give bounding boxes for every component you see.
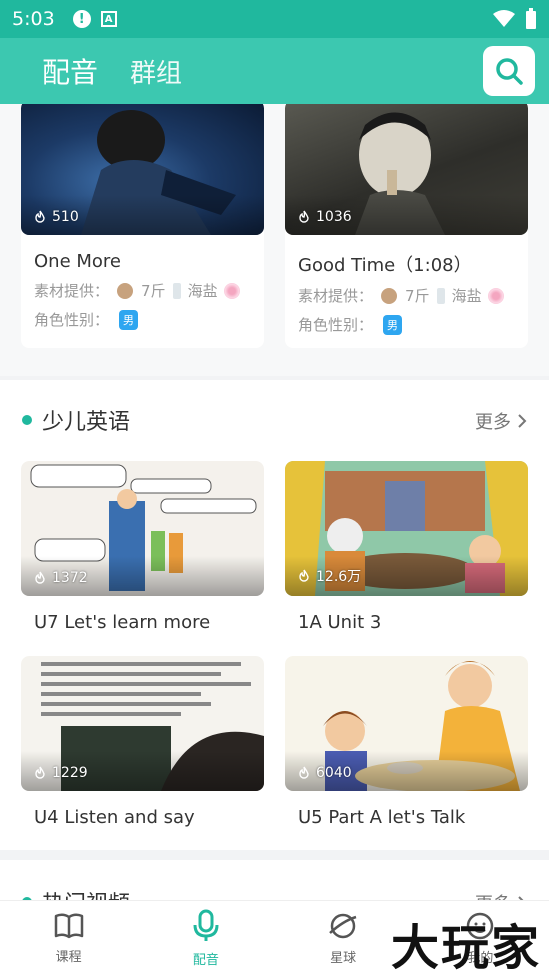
section-title: 热门视频 xyxy=(42,886,130,900)
view-count-value: 6040 xyxy=(316,765,352,781)
nav-courses[interactable]: 课程 xyxy=(0,901,137,976)
more-button[interactable]: 更多 xyxy=(475,408,527,434)
flame-icon xyxy=(35,571,45,584)
view-count-value: 1372 xyxy=(52,570,88,586)
tab-dubbing[interactable]: 配音 xyxy=(42,51,99,117)
dub-card[interactable]: 510 One More 素材提供： 7斤 海盐 角色性别： 男 xyxy=(21,104,264,348)
nav-planet-label: 星球 xyxy=(330,951,357,966)
gender-label: 角色性别： xyxy=(298,316,374,334)
provider-avatar xyxy=(381,287,398,304)
watermark-logo: 大玩家 xyxy=(390,920,541,976)
search-button[interactable] xyxy=(483,46,535,96)
view-count: 1036 xyxy=(297,209,352,225)
view-count: 6040 xyxy=(297,765,352,781)
dub-card-thumbnail: 510 xyxy=(21,104,264,235)
view-count: 510 xyxy=(33,209,79,225)
course-card[interactable]: 1372 U7 Let's learn more xyxy=(21,461,264,651)
view-count-value: 12.6万 xyxy=(316,569,362,585)
alert-icon: ! xyxy=(72,10,91,28)
kids-english-section: 少儿英语 更多 1372 U7 Let's learn more 12.6万 1… xyxy=(0,380,549,850)
provider-avatar xyxy=(117,282,134,299)
dub-card-thumbnail: 1036 xyxy=(285,104,528,235)
course-card[interactable]: 6040 U5 Part A let's Talk xyxy=(285,656,528,846)
course-thumbnail: 1229 xyxy=(21,656,264,791)
gender-badge: 男 xyxy=(119,309,139,330)
view-count-value: 1229 xyxy=(52,765,88,781)
course-thumbnail: 12.6万 xyxy=(285,461,528,596)
view-count-value: 1036 xyxy=(316,209,352,225)
dub-card-provider: 素材提供： 7斤 海盐 xyxy=(285,285,528,306)
gender-badge: 男 xyxy=(383,314,403,335)
wifi-icon xyxy=(493,10,515,27)
book-icon xyxy=(54,913,83,939)
view-count: 1229 xyxy=(33,765,88,781)
course-title: 1A Unit 3 xyxy=(298,612,382,633)
view-count: 12.6万 xyxy=(297,566,361,586)
course-thumbnail: 6040 xyxy=(285,656,528,791)
lollipop-icon xyxy=(487,287,504,304)
course-title: U7 Let's learn more xyxy=(34,612,211,633)
provider-label: 素材提供： xyxy=(298,287,374,305)
provider-extra: 海盐 xyxy=(187,282,218,300)
app-notification-icon: A xyxy=(100,11,117,27)
more-label: 更多 xyxy=(475,412,511,433)
dub-card-gender: 角色性别： 男 xyxy=(21,309,264,330)
dub-card-gender: 角色性别： 男 xyxy=(285,314,528,335)
status-time: 5:03 xyxy=(12,8,55,30)
tab-dubbing-label: 配音 xyxy=(42,56,99,89)
planet-icon xyxy=(329,913,357,939)
section-header: 热门视频 xyxy=(22,886,130,900)
hot-videos-section: 热门视频 更多 xyxy=(0,860,549,900)
course-card[interactable]: 1229 U4 Listen and say xyxy=(21,656,264,846)
tab-groups-label: 群组 xyxy=(130,58,183,89)
dub-card-title: One More xyxy=(34,251,121,272)
flame-icon xyxy=(299,569,309,582)
bottle-icon xyxy=(436,287,445,304)
dub-card-provider: 素材提供： 7斤 海盐 xyxy=(21,280,264,301)
flame-icon xyxy=(299,210,309,223)
course-title: U4 Listen and say xyxy=(34,807,195,828)
dub-card[interactable]: 1036 Good Time（1:08） 素材提供： 7斤 海盐 角色性别： 男 xyxy=(285,104,528,348)
status-bar: 5:03 ! A xyxy=(0,0,549,38)
course-card[interactable]: 12.6万 1A Unit 3 xyxy=(285,461,528,651)
provider-name: 7斤 xyxy=(405,287,430,305)
view-count: 1372 xyxy=(33,570,88,586)
view-count-value: 510 xyxy=(52,209,79,225)
battery-icon xyxy=(526,8,536,29)
section-dot xyxy=(22,415,32,425)
flame-icon xyxy=(35,766,45,779)
more-button[interactable]: 更多 xyxy=(475,890,527,900)
flame-icon xyxy=(35,210,45,223)
dub-section: 510 One More 素材提供： 7斤 海盐 角色性别： 男 1036 Go… xyxy=(0,104,549,376)
nav-courses-label: 课程 xyxy=(55,950,82,965)
lollipop-icon xyxy=(223,282,240,299)
flame-icon xyxy=(299,766,309,779)
search-icon xyxy=(496,58,523,85)
provider-label: 素材提供： xyxy=(34,282,110,300)
top-tab-bar: 配音 群组 xyxy=(0,38,549,117)
provider-name: 7斤 xyxy=(141,282,166,300)
bottle-icon xyxy=(172,282,181,299)
section-header: 少儿英语 xyxy=(22,404,130,436)
course-title: U5 Part A let's Talk xyxy=(298,807,466,828)
more-label: 更多 xyxy=(475,890,511,900)
dub-card-title: Good Time（1:08） xyxy=(298,255,472,276)
course-thumbnail: 1372 xyxy=(21,461,264,596)
tab-groups[interactable]: 群组 xyxy=(130,53,182,90)
section-title: 少儿英语 xyxy=(42,410,131,435)
nav-dubbing-label: 配音 xyxy=(192,953,219,968)
nav-dubbing[interactable]: 配音 xyxy=(137,901,274,976)
microphone-icon xyxy=(193,909,219,941)
chevron-right-icon xyxy=(518,414,527,428)
provider-extra: 海盐 xyxy=(451,287,482,305)
main-content[interactable]: 510 One More 素材提供： 7斤 海盐 角色性别： 男 1036 Go… xyxy=(0,104,549,900)
gender-label: 角色性别： xyxy=(34,311,110,329)
